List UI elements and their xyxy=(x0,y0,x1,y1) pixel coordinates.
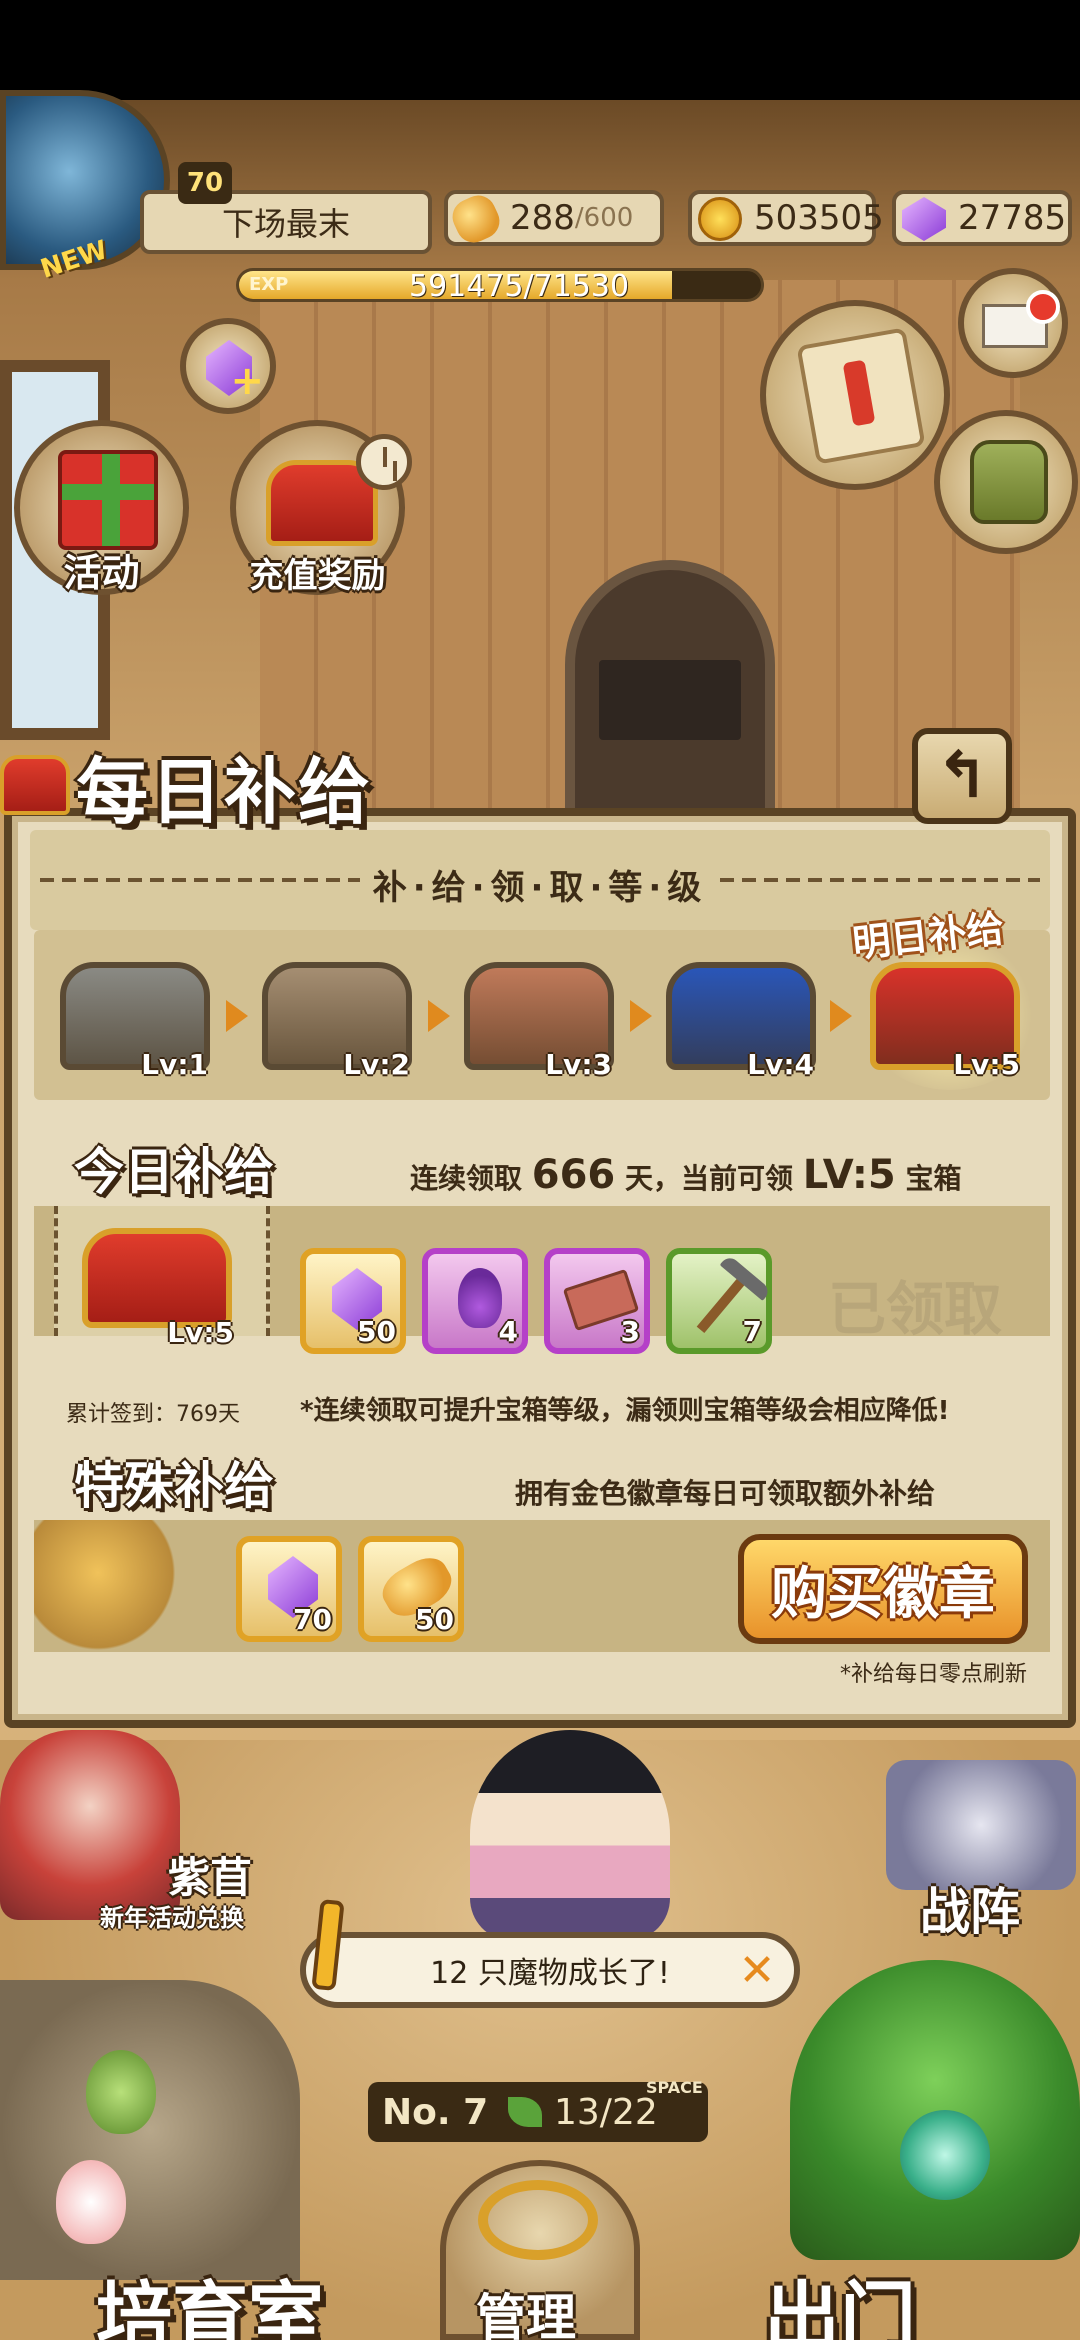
claimed-label: 已领取 xyxy=(827,1275,1002,1343)
level-heading: 补·给·领·取·等·级 xyxy=(372,868,708,908)
gold-counter[interactable]: 503505 xyxy=(688,190,884,246)
panel-title-text: 每日补给 xyxy=(76,749,373,834)
exp-label: EXP xyxy=(249,274,289,295)
arrow-right-icon xyxy=(428,1000,450,1032)
gift-box-icon xyxy=(58,450,158,550)
reward-item-pickaxe[interactable]: 7 xyxy=(666,1248,772,1354)
mail-button[interactable] xyxy=(958,268,1068,378)
bread-counter[interactable]: 288/600 xyxy=(444,189,664,249)
special-item-gem[interactable]: 70 xyxy=(236,1536,342,1642)
plus-icon: + xyxy=(230,358,264,404)
npc-character[interactable] xyxy=(0,1730,180,1920)
item-qty: 3 xyxy=(620,1315,640,1348)
panel-title: 每日补给 xyxy=(0,735,372,835)
player-level: 70 xyxy=(178,162,232,204)
arrow-right-icon xyxy=(630,1000,652,1032)
chest-lv3-label: Lv:3 xyxy=(545,1048,612,1081)
space-count: 13/22 xyxy=(554,2091,658,2133)
exit-button[interactable]: 出门 xyxy=(764,2256,916,2340)
chest-lv4-label: Lv:4 xyxy=(747,1048,814,1081)
notification-dot xyxy=(1026,290,1060,324)
bag-button[interactable] xyxy=(934,410,1078,554)
backpack-icon xyxy=(970,440,1048,524)
activity-label: 活动 xyxy=(63,551,140,595)
gem-value: 27785 xyxy=(958,198,1067,238)
exp-bar: EXP 591475/71530 xyxy=(236,268,764,302)
close-icon[interactable]: ✕ xyxy=(734,1948,780,1994)
formation-label[interactable]: 战阵 xyxy=(920,1872,1020,1944)
pickaxe-icon xyxy=(696,1272,750,1334)
special-heading: 特殊补给 xyxy=(74,1457,274,1515)
item-qty: 7 xyxy=(742,1315,762,1348)
special-desc: 拥有金色徽章每日可领取额外补给 xyxy=(515,1477,936,1510)
egg-icon xyxy=(86,2050,156,2134)
npc-event-label[interactable]: 新年活动兑换 xyxy=(100,1898,244,1933)
total-signin: 累计签到：769天 xyxy=(66,1402,240,1427)
nursery-art xyxy=(0,1980,300,2280)
recharge-label: 充值奖励 xyxy=(249,556,386,596)
space-tag: SPACE xyxy=(646,2078,703,2097)
item-qty: 50 xyxy=(357,1315,396,1348)
item-qty: 70 xyxy=(293,1603,332,1636)
key-icon xyxy=(478,2180,598,2260)
gold-coins-icon xyxy=(34,1520,194,1652)
formation-icon[interactable] xyxy=(886,1760,1076,1890)
chest-lv2-label: Lv:2 xyxy=(343,1048,410,1081)
gold-value: 503505 xyxy=(754,198,884,238)
chest-lv1-label: Lv:1 xyxy=(141,1048,208,1081)
streak-info: 连续领取 666 天，当前可领 LV:5 宝箱 xyxy=(410,1152,962,1198)
manage-label: 管理 xyxy=(476,2289,576,2340)
clock-icon xyxy=(356,434,412,490)
special-item-bread[interactable]: 50 xyxy=(358,1536,464,1642)
leaf-icon xyxy=(508,2097,542,2127)
item-qty: 4 xyxy=(498,1315,518,1348)
egg-icon xyxy=(56,2160,126,2244)
arrow-right-icon xyxy=(830,1000,852,1032)
refresh-note: *补给每日零点刷新 xyxy=(840,1662,1028,1687)
purple-gem-icon xyxy=(902,197,946,241)
chest-lv5-label: Lv:5 xyxy=(953,1048,1020,1081)
recharge-reward-button[interactable]: 充值奖励 xyxy=(230,420,412,596)
item-qty: 50 xyxy=(415,1603,454,1636)
current-level: LV:5 xyxy=(802,1152,896,1198)
reward-item-ticket[interactable]: 3 xyxy=(544,1248,650,1354)
potion-icon xyxy=(458,1268,502,1328)
gold-coin-icon xyxy=(698,197,742,241)
bread-value: 288 xyxy=(510,198,575,238)
gem-counter[interactable]: 27785 xyxy=(892,190,1072,246)
toast-message: 12 只魔物成长了! xyxy=(300,1932,800,2008)
portal-icon xyxy=(900,2110,990,2200)
nursery-button[interactable]: 培育室 xyxy=(96,2256,324,2340)
today-chest xyxy=(82,1228,232,1328)
npc-name: 紫苜 xyxy=(168,1853,253,1902)
streak-suffix: 天，当前可领 xyxy=(625,1162,794,1195)
arrow-right-icon xyxy=(226,1000,248,1032)
activity-button[interactable]: 活动 xyxy=(14,420,189,595)
level-rule-note: *连续领取可提升宝箱等级，漏领则宝箱等级会相应降低! xyxy=(300,1396,950,1426)
quest-button[interactable] xyxy=(760,300,950,490)
buy-gem-button[interactable]: + xyxy=(180,318,276,414)
reward-item-gem[interactable]: 50 xyxy=(300,1248,406,1354)
chest-word: 宝箱 xyxy=(905,1162,962,1195)
today-heading: 今日补给 xyxy=(74,1143,274,1201)
status-bar xyxy=(0,0,1080,100)
back-button[interactable]: ↰ xyxy=(912,728,1012,824)
treasure-chest-icon xyxy=(0,755,70,815)
buy-badge-button[interactable]: 购买徽章 xyxy=(738,1534,1028,1644)
bread-max: /600 xyxy=(574,203,634,233)
streak-days: 666 xyxy=(531,1152,616,1198)
bread-icon xyxy=(446,189,506,249)
streak-prefix: 连续领取 xyxy=(410,1162,523,1195)
reward-item-potion[interactable]: 4 xyxy=(422,1248,528,1354)
hero-character[interactable] xyxy=(470,1730,670,1940)
monster-number: No. 7 xyxy=(382,2091,489,2133)
today-chest-label: Lv:5 xyxy=(167,1316,234,1349)
exp-text: 591475/71530 xyxy=(409,269,630,302)
